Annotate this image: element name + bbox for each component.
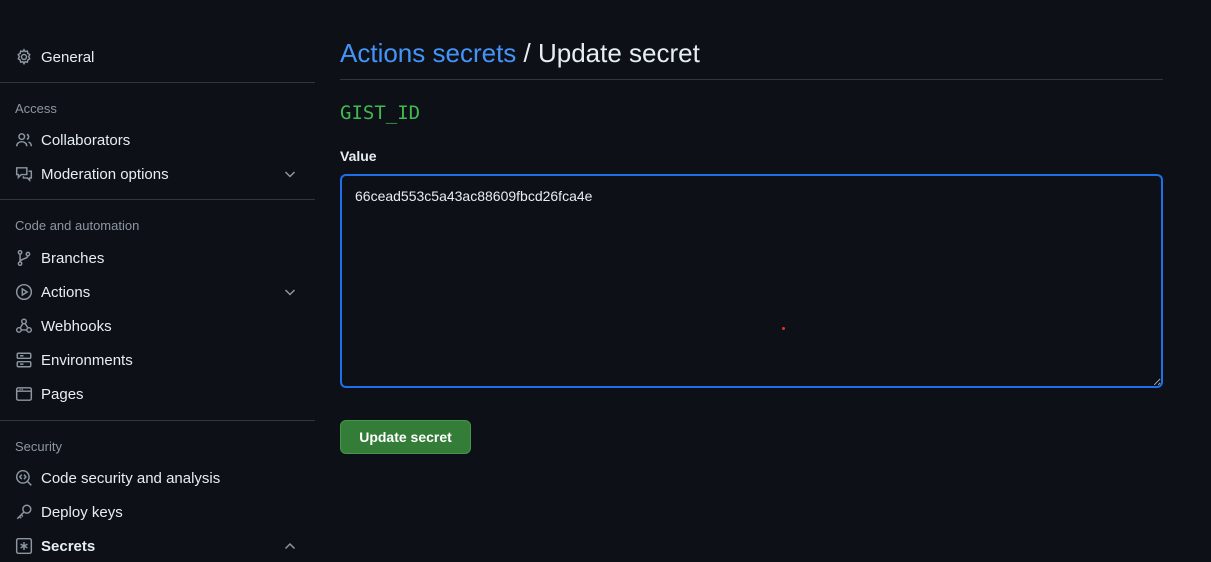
sidebar-item-label: Collaborators — [41, 131, 131, 149]
section-title-code-automation: Code and automation — [15, 218, 140, 233]
breadcrumb-current: Update secret — [537, 38, 700, 68]
secret-name: GIST_ID — [340, 102, 421, 124]
breadcrumb-link-actions-secrets[interactable]: Actions secrets — [340, 38, 516, 68]
section-title-access: Access — [15, 101, 57, 116]
sidebar-item-label: Actions — [41, 283, 91, 301]
sidebar-item-code-security[interactable]: Code security and analysis — [8, 462, 308, 494]
sidebar-item-environments[interactable]: Environments — [8, 344, 308, 376]
asterisk-icon — [15, 537, 33, 555]
comment-discussion-icon — [15, 165, 33, 183]
sidebar-item-label: Deploy keys — [41, 503, 123, 521]
play-icon — [15, 283, 33, 301]
sidebar-divider — [0, 82, 315, 83]
settings-sidebar: General Access Collaborators Moderation … — [0, 0, 315, 555]
breadcrumb-separator: / — [516, 38, 538, 68]
people-icon — [15, 131, 33, 149]
sidebar-item-secrets[interactable]: Secrets — [8, 530, 308, 562]
sidebar-item-collaborators[interactable]: Collaborators — [8, 124, 308, 156]
sidebar-item-label: Code security and analysis — [41, 469, 221, 487]
sidebar-item-webhooks[interactable]: Webhooks — [8, 310, 308, 342]
chevron-down-icon[interactable] — [282, 166, 298, 182]
chevron-down-icon[interactable] — [282, 284, 298, 300]
server-icon — [15, 351, 33, 369]
webhook-icon — [15, 317, 33, 335]
sidebar-item-deploy-keys[interactable]: Deploy keys — [8, 496, 308, 528]
sidebar-item-moderation-options[interactable]: Moderation options — [8, 158, 308, 190]
secret-value-textarea[interactable]: 66cead553c5a43ac88609fbcd26fca4e — [340, 174, 1163, 388]
page-title: Actions secrets / Update secret — [340, 38, 700, 69]
key-icon — [15, 503, 33, 521]
sidebar-item-label: Webhooks — [41, 317, 112, 335]
sidebar-item-general[interactable]: General — [8, 41, 308, 73]
sidebar-item-label: Environments — [41, 351, 133, 369]
cursor-dot — [782, 327, 785, 330]
gear-icon — [15, 48, 33, 66]
sidebar-divider — [0, 420, 315, 421]
value-label: Value — [340, 148, 377, 164]
heading-divider — [340, 79, 1163, 80]
sidebar-item-label: Moderation options — [41, 165, 169, 183]
sidebar-item-actions[interactable]: Actions — [8, 276, 308, 308]
chevron-up-icon[interactable] — [282, 538, 298, 554]
sidebar-divider — [0, 199, 315, 200]
sidebar-item-pages[interactable]: Pages — [8, 378, 308, 410]
git-branch-icon — [15, 249, 33, 267]
sidebar-item-branches[interactable]: Branches — [8, 242, 308, 274]
section-title-security: Security — [15, 439, 62, 454]
update-secret-button[interactable]: Update secret — [340, 420, 471, 454]
codescan-icon — [15, 469, 33, 487]
browser-icon — [15, 385, 33, 403]
sidebar-item-label: Secrets — [41, 537, 96, 555]
sidebar-item-label: General — [41, 48, 95, 66]
sidebar-item-label: Pages — [41, 385, 84, 403]
sidebar-item-label: Branches — [41, 249, 105, 267]
